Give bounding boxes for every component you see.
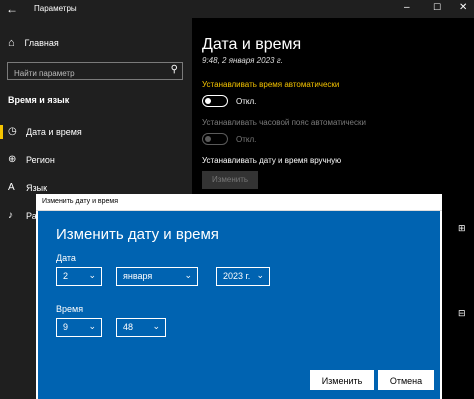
month-select[interactable]: января ⌄	[116, 267, 198, 286]
auto-time-toggle[interactable]	[202, 95, 228, 107]
app-title: Параметры	[34, 4, 77, 13]
auto-time-state: Откл.	[236, 97, 257, 106]
search-input[interactable]	[8, 65, 158, 82]
section-title: Время и язык	[8, 95, 70, 105]
sidebar-item-date-time[interactable]: ◷ Дата и время	[0, 121, 192, 143]
sidebar-home[interactable]: ⌂ Главная	[8, 37, 59, 49]
dialog-cancel-button[interactable]: Отмена	[378, 370, 434, 390]
chevron-down-icon: ⌄	[256, 270, 264, 280]
close-icon[interactable]: ✕	[459, 2, 467, 13]
home-icon: ⌂	[8, 37, 15, 49]
sidebar-item-label: Язык	[26, 183, 48, 193]
day-select[interactable]: 2 ⌄	[56, 267, 102, 286]
date-label: Дата	[56, 253, 76, 263]
current-datetime: 9:48, 2 января 2023 г.	[202, 56, 283, 65]
microphone-icon: ♪	[8, 210, 13, 221]
chevron-down-icon: ⌄	[152, 321, 160, 331]
page-title: Дата и время	[202, 36, 302, 53]
change-datetime-button[interactable]: Изменить	[202, 171, 258, 189]
search-box[interactable]: ⚲	[7, 62, 183, 82]
toggle-knob	[205, 98, 211, 104]
title-bar: ← Параметры – ☐ ✕	[0, 0, 474, 18]
dialog-window-title: Изменить дату и время	[42, 198, 119, 205]
globe-icon: ⊕	[8, 154, 17, 165]
sidebar-item-label: Регион	[26, 155, 55, 165]
hour-select[interactable]: 9 ⌄	[56, 318, 102, 337]
chevron-down-icon: ⌄	[184, 270, 192, 280]
chevron-down-icon: ⌄	[88, 321, 96, 331]
minute-value: 48	[123, 322, 134, 332]
dialog-heading: Изменить дату и время	[56, 226, 219, 243]
language-icon: A	[8, 182, 15, 193]
toggle-knob	[205, 136, 211, 142]
dialog-title-bar[interactable]: Изменить дату и время	[36, 194, 442, 211]
maximize-icon[interactable]: ☐	[433, 2, 441, 13]
manual-datetime-label: Устанавливать дату и время вручную	[202, 156, 342, 165]
day-value: 2	[63, 271, 69, 281]
search-icon[interactable]: ⚲	[171, 64, 178, 75]
auto-time-label: Устанавливать время автоматически	[202, 80, 340, 89]
sidebar-item-label: Дата и время	[26, 127, 82, 137]
year-value: 2023 г.	[223, 271, 251, 281]
month-value: января	[123, 271, 153, 281]
chevron-down-icon: ⌄	[88, 270, 96, 280]
auto-timezone-label: Устанавливать часовой пояс автоматически	[202, 118, 366, 127]
back-arrow-icon[interactable]: ←	[6, 2, 18, 16]
change-datetime-dialog: Изменить дату и время Изменить дату и вр…	[36, 194, 442, 399]
time-label: Время	[56, 304, 84, 314]
calendar-clock-icon: ◷	[8, 126, 17, 137]
auto-timezone-toggle[interactable]	[202, 133, 228, 145]
home-label: Главная	[24, 38, 59, 48]
sidebar-item-region[interactable]: ⊕ Регион	[0, 149, 192, 171]
year-select[interactable]: 2023 г. ⌄	[216, 267, 270, 286]
minimize-icon[interactable]: –	[404, 2, 410, 13]
auto-timezone-state: Откл.	[236, 135, 257, 144]
dialog-change-button[interactable]: Изменить	[310, 370, 374, 390]
edge-icon: ⊞	[458, 223, 466, 233]
hour-value: 9	[63, 322, 69, 332]
edge-icon: ⊟	[458, 308, 466, 318]
minute-select[interactable]: 48 ⌄	[116, 318, 166, 337]
